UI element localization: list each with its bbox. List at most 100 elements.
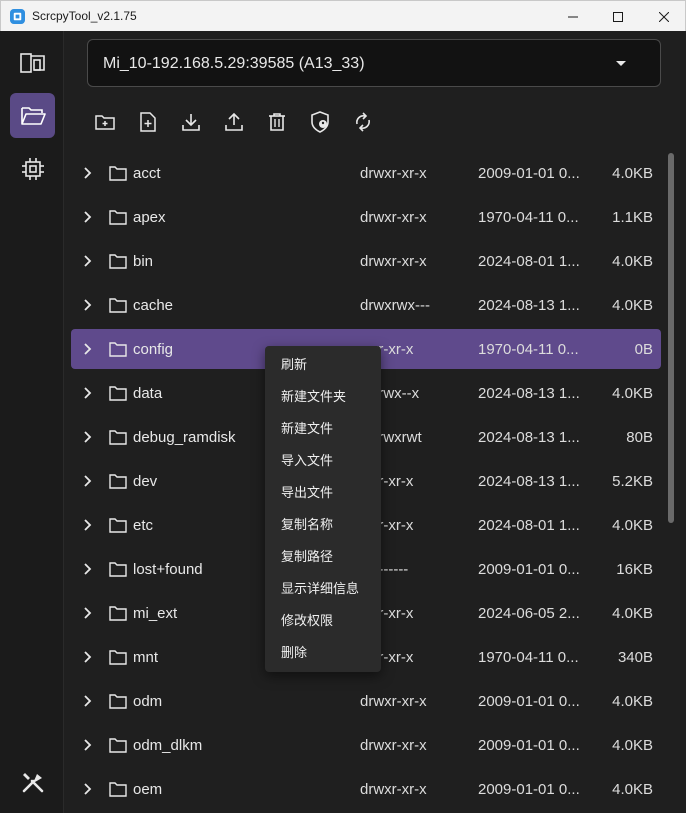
sidebar-item-chip[interactable] — [10, 146, 55, 191]
delete-button[interactable] — [264, 109, 290, 135]
chevron-right-icon[interactable] — [83, 166, 93, 180]
new-file-icon — [140, 112, 156, 132]
download-icon — [182, 114, 200, 131]
file-name: cache — [133, 297, 174, 314]
file-size: 5.2KB — [612, 473, 653, 490]
file-date: 2024-08-01 1... — [478, 517, 580, 534]
file-size: 80B — [626, 429, 653, 446]
file-permissions: drwxr-xr-x — [360, 737, 427, 754]
folder-icon — [109, 562, 127, 577]
file-date: 2024-08-13 1... — [478, 429, 580, 446]
file-name: etc — [133, 517, 154, 534]
file-date: 1970-04-11 0... — [478, 341, 579, 358]
sidebar-item-devices[interactable] — [10, 40, 55, 85]
close-button[interactable] — [641, 1, 686, 32]
folder-icon — [109, 430, 127, 445]
file-size: 4.0KB — [612, 165, 653, 182]
new-folder-button[interactable] — [92, 109, 118, 135]
chevron-right-icon[interactable] — [83, 606, 93, 620]
file-size: 4.0KB — [612, 385, 653, 402]
file-name: odm — [133, 693, 163, 710]
context-menu-item[interactable]: 新建文件 — [265, 414, 381, 446]
sidebar-item-tools[interactable] — [10, 759, 55, 804]
permission-button[interactable] — [307, 109, 333, 135]
delete-icon — [269, 113, 285, 131]
file-name: dev — [133, 473, 158, 490]
tools-icon — [22, 772, 43, 792]
minimize-button[interactable] — [550, 1, 596, 32]
chevron-right-icon[interactable] — [83, 254, 93, 268]
file-name: odm_dlkm — [133, 737, 203, 754]
chevron-right-icon[interactable] — [83, 298, 93, 312]
file-row[interactable]: bin drwxr-xr-x 2024-08-01 1... 4.0KB — [71, 241, 661, 281]
file-row[interactable]: cache drwxrwx--- 2024-08-13 1... 4.0KB — [71, 285, 661, 325]
file-size: 0B — [634, 341, 653, 358]
context-menu-item[interactable]: 新建文件夹 — [265, 382, 381, 414]
file-size: 16KB — [616, 561, 653, 578]
upload-button[interactable] — [221, 109, 247, 135]
folder-icon — [109, 342, 127, 357]
file-date: 2009-01-01 0... — [478, 165, 580, 182]
chevron-right-icon[interactable] — [83, 650, 93, 664]
file-name: apex — [133, 209, 166, 226]
file-row[interactable]: odm drwxr-xr-x 2009-01-01 0... 4.0KB — [71, 681, 661, 721]
file-date: 2024-08-13 1... — [478, 473, 580, 490]
chip-icon — [21, 157, 44, 180]
maximize-button[interactable] — [595, 1, 641, 32]
context-menu: 刷新 新建文件夹 新建文件 导入文件 导出文件 复制名称 复制路径 显示详细信息 修改权限 删除 — [265, 346, 381, 672]
vertical-scrollbar[interactable] — [668, 153, 674, 523]
folder-icon — [109, 474, 127, 489]
file-date: 2009-01-01 0... — [478, 781, 580, 798]
chevron-right-icon[interactable] — [83, 474, 93, 488]
context-menu-item[interactable]: 复制名称 — [265, 510, 381, 542]
file-size: 4.0KB — [612, 781, 653, 798]
device-select[interactable]: Mi_10-192.168.5.29:39585 (A13_33) — [87, 39, 661, 87]
file-date: 2009-01-01 0... — [478, 693, 580, 710]
file-name: oem — [133, 781, 163, 798]
chevron-right-icon[interactable] — [83, 342, 93, 356]
file-row[interactable]: apex drwxr-xr-x 1970-04-11 0... 1.1KB — [71, 197, 661, 237]
new-file-button[interactable] — [135, 109, 161, 135]
file-permissions: drwxr-xr-x — [360, 781, 427, 798]
context-menu-item[interactable]: 修改权限 — [265, 606, 381, 638]
context-menu-item[interactable]: 刷新 — [265, 350, 381, 382]
chevron-right-icon[interactable] — [83, 782, 93, 796]
new-folder-icon — [95, 115, 115, 130]
file-date: 2009-01-01 0... — [478, 737, 580, 754]
file-date: 2024-08-01 1... — [478, 253, 580, 270]
context-menu-item[interactable]: 导出文件 — [265, 478, 381, 510]
file-row[interactable]: acct drwxr-xr-x 2009-01-01 0... 4.0KB — [71, 153, 661, 193]
refresh-button[interactable] — [350, 109, 376, 135]
sidebar — [0, 31, 64, 813]
chevron-right-icon[interactable] — [83, 694, 93, 708]
file-row[interactable]: odm_dlkm drwxr-xr-x 2009-01-01 0... 4.0KB — [71, 725, 661, 765]
sidebar-item-files[interactable] — [10, 93, 55, 138]
context-menu-item[interactable]: 显示详细信息 — [265, 574, 381, 606]
file-size: 4.0KB — [612, 517, 653, 534]
file-date: 2024-08-13 1... — [478, 297, 580, 314]
chevron-right-icon[interactable] — [83, 430, 93, 444]
file-size: 4.0KB — [612, 693, 653, 710]
download-button[interactable] — [178, 109, 204, 135]
file-permissions: drwxr-xr-x — [360, 165, 427, 182]
file-name: mi_ext — [133, 605, 178, 622]
chevron-right-icon[interactable] — [83, 210, 93, 224]
chevron-right-icon[interactable] — [83, 562, 93, 576]
file-permissions: drwxrwx--- — [360, 297, 430, 314]
file-date: 1970-04-11 0... — [478, 649, 579, 666]
folder-icon — [109, 210, 127, 225]
file-name: lost+found — [133, 561, 203, 578]
chevron-right-icon[interactable] — [83, 386, 93, 400]
file-permissions: drwxr-xr-x — [360, 693, 427, 710]
file-name: debug_ramdisk — [133, 429, 236, 446]
file-date: 2024-06-05 2... — [478, 605, 580, 622]
chevron-right-icon[interactable] — [83, 518, 93, 532]
context-menu-item[interactable]: 删除 — [265, 638, 381, 670]
file-row[interactable]: oem drwxr-xr-x 2009-01-01 0... 4.0KB — [71, 769, 661, 809]
context-menu-item[interactable]: 导入文件 — [265, 446, 381, 478]
chevron-right-icon[interactable] — [83, 738, 93, 752]
context-menu-item[interactable]: 复制路径 — [265, 542, 381, 574]
folder-icon — [109, 386, 127, 401]
file-name: data — [133, 385, 163, 402]
folder-icon — [109, 782, 127, 797]
